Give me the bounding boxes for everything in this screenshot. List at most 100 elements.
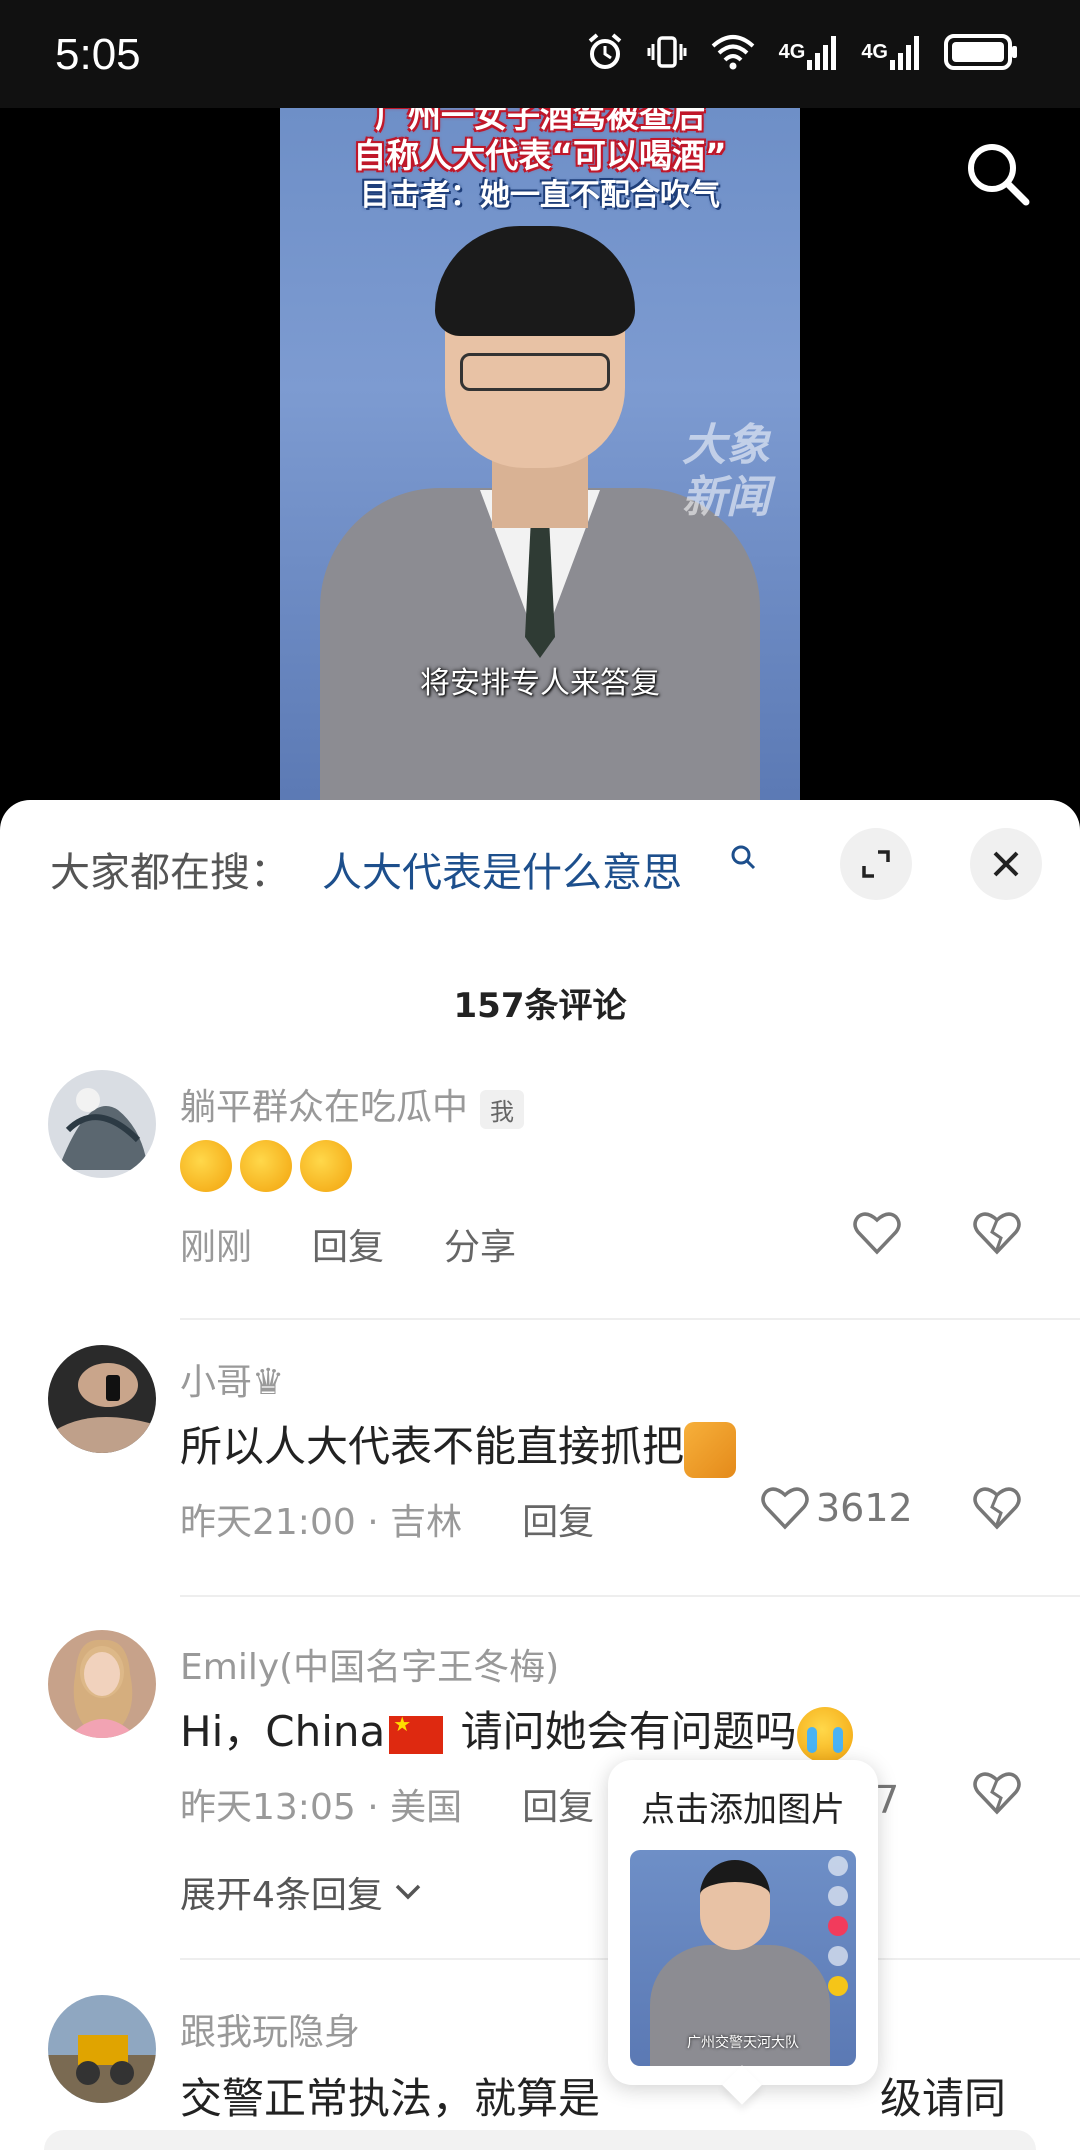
comment-input-bar[interactable] bbox=[44, 2130, 1036, 2150]
comment-username[interactable]: 躺平群众在吃瓜中我 bbox=[180, 1078, 525, 1130]
heart-icon bbox=[761, 1487, 809, 1530]
like-button[interactable]: 3612 bbox=[760, 1485, 913, 1531]
dislike-button[interactable] bbox=[972, 1210, 1022, 1260]
comment-time: 昨天21:00 · 吉林 bbox=[180, 1502, 463, 1543]
video-headline: 广州一女子酒驾被查后 自称人大代表“可以喝酒” 目击者：她一直不配合吹气 bbox=[280, 108, 800, 216]
close-button[interactable] bbox=[970, 828, 1042, 900]
comment-username[interactable]: 小哥♛ bbox=[180, 1353, 284, 1405]
like-count: 3612 bbox=[816, 1486, 913, 1530]
comment-meta: 刚刚 回复 分享 bbox=[180, 1218, 516, 1270]
crying-face-icon bbox=[796, 1706, 853, 1763]
thumbs-up-icon bbox=[300, 1139, 352, 1192]
thumb-action-icon bbox=[828, 1856, 848, 1876]
video-subtitle: 将安排专人来答复 bbox=[420, 666, 660, 701]
comment-meta: 昨天21:00 · 吉林 回复 bbox=[180, 1493, 594, 1545]
me-badge: 我 bbox=[480, 1089, 525, 1129]
thumbs-up-icon bbox=[180, 1139, 232, 1192]
like-count-partial: 7 bbox=[875, 1778, 899, 1822]
broken-heart-icon bbox=[973, 1212, 1021, 1255]
china-flag-icon bbox=[389, 1712, 444, 1754]
expand-button[interactable] bbox=[840, 828, 912, 900]
avatar[interactable] bbox=[48, 1070, 156, 1178]
comment-item: Emily(中国名字王冬梅) Hi，China 请问她会有问题吗 昨天13:05… bbox=[0, 1630, 1080, 1960]
like-button[interactable] bbox=[852, 1210, 902, 1256]
anchor-hair bbox=[435, 226, 635, 336]
expand-replies-label[interactable]: 展开4条回复 bbox=[180, 1866, 383, 1918]
divider bbox=[180, 1318, 1080, 1320]
comment-content: 所以人大代表不能直接抓把 bbox=[180, 1413, 737, 1478]
comment-username[interactable]: Emily(中国名字王冬梅) bbox=[180, 1638, 559, 1690]
comment-item: 躺平群众在吃瓜中我 刚刚 回复 分享 bbox=[0, 1070, 1080, 1330]
add-image-popup[interactable]: 点击添加图片 广州交警天河大队 bbox=[608, 1760, 878, 2105]
username-text[interactable]: 躺平群众在吃瓜中 bbox=[180, 1087, 468, 1128]
small-search-icon[interactable] bbox=[730, 844, 756, 870]
comment-sheet: 大家都在搜： 人大代表是什么意思 157条评论 躺平群众在吃瓜中我 刚刚 回复 分享 bbox=[0, 800, 1080, 2150]
thumb-action-icon bbox=[828, 1886, 848, 1906]
net-label: 4G bbox=[778, 40, 806, 63]
comment-text: 所以人大代表不能直接抓把 bbox=[180, 1422, 685, 1471]
heart-icon bbox=[853, 1212, 901, 1255]
net-label: 4G bbox=[861, 40, 888, 63]
trending-search-prefix: 大家都在搜： bbox=[50, 850, 290, 896]
search-icon[interactable] bbox=[962, 138, 1032, 208]
video-player[interactable]: 广州一女子酒驾被查后 自称人大代表“可以喝酒” 目击者：她一直不配合吹气 大象 … bbox=[0, 108, 1080, 808]
alarm-icon bbox=[585, 32, 625, 72]
comment-time: 刚刚 bbox=[180, 1227, 253, 1268]
thumb-anchor-head bbox=[700, 1860, 770, 1950]
like-count: 7 bbox=[875, 1778, 900, 1822]
expand-replies-button[interactable]: 展开4条回复 bbox=[180, 1866, 423, 1918]
comment-time: 昨天13:05 · 美国 bbox=[180, 1787, 463, 1828]
comment-content-right: 级请同 bbox=[880, 2074, 1007, 2123]
close-icon bbox=[993, 851, 1019, 877]
comment-text-post: 请问她会有问题吗 bbox=[447, 1707, 797, 1756]
comment-content-left: 交警正常执法，就算是 bbox=[180, 2074, 601, 2123]
thumb-side-actions bbox=[828, 1856, 850, 1996]
reply-button[interactable]: 回复 bbox=[522, 1787, 594, 1828]
comment-content: Hi，China 请问她会有问题吗 bbox=[180, 1698, 853, 1763]
dislike-button[interactable] bbox=[972, 1770, 1022, 1820]
news-watermark: 大象 新闻 bbox=[682, 420, 770, 523]
video-frame[interactable]: 广州一女子酒驾被查后 自称人大代表“可以喝酒” 目击者：她一直不配合吹气 大象 … bbox=[280, 108, 800, 808]
comment-item: 小哥♛ 所以人大代表不能直接抓把 昨天21:00 · 吉林 回复 3612 bbox=[0, 1345, 1080, 1605]
battery-icon bbox=[944, 32, 1020, 72]
avatar[interactable] bbox=[48, 1630, 156, 1738]
avatar[interactable] bbox=[48, 1995, 156, 2103]
headline-line-2: 自称人大代表“可以喝酒” bbox=[353, 136, 727, 175]
divider bbox=[180, 1595, 1080, 1597]
status-icons: 4G 4G bbox=[585, 32, 1020, 72]
status-time: 5:05 bbox=[55, 30, 141, 79]
trending-search-link[interactable]: 人大代表是什么意思 bbox=[322, 840, 682, 898]
vibrate-icon bbox=[647, 32, 687, 72]
reply-button[interactable]: 回复 bbox=[312, 1227, 384, 1268]
comment-content bbox=[180, 1138, 360, 1192]
add-image-title[interactable]: 点击添加图片 bbox=[608, 1782, 878, 1831]
headline-line-3: 目击者：她一直不配合吹气 bbox=[360, 178, 720, 213]
star-icon bbox=[828, 1976, 848, 1996]
comment-username[interactable]: 跟我玩隐身 bbox=[180, 2003, 360, 2055]
broken-heart-icon bbox=[973, 1487, 1021, 1530]
cat-wall-icon bbox=[684, 1421, 737, 1478]
heart-icon bbox=[828, 1916, 848, 1936]
comment-item: 跟我玩隐身 交警正常执法，就算是 级请同 bbox=[0, 1995, 1080, 2150]
share-button[interactable]: 分享 bbox=[444, 1227, 516, 1268]
avatar[interactable] bbox=[48, 1345, 156, 1453]
headline-line-1: 广州一女子酒驾被查后 bbox=[375, 108, 705, 135]
comment-count: 157条评论 bbox=[453, 986, 627, 1026]
thumb-caption: 广州交警天河大队 bbox=[687, 2035, 799, 2051]
comment-meta: 昨天13:05 · 美国 回复 bbox=[180, 1778, 594, 1830]
signal-4g-icon: 4G bbox=[779, 32, 840, 72]
trending-search-row: 大家都在搜： 人大代表是什么意思 bbox=[0, 800, 1080, 930]
video-thumbnail[interactable]: 广州交警天河大队 bbox=[630, 1850, 856, 2066]
comment-text-pre: Hi，China bbox=[180, 1707, 386, 1756]
chevron-down-icon bbox=[395, 1884, 421, 1900]
comment-icon bbox=[828, 1946, 848, 1966]
reply-button[interactable]: 回复 bbox=[522, 1502, 594, 1543]
status-bar: 5:05 4G 4G bbox=[0, 0, 1080, 108]
broken-heart-icon bbox=[973, 1772, 1021, 1815]
expand-icon bbox=[862, 850, 890, 878]
signal-4g-icon: 4G bbox=[861, 32, 922, 72]
dislike-button[interactable] bbox=[972, 1485, 1022, 1535]
wifi-icon bbox=[709, 32, 757, 72]
thumbs-up-icon bbox=[240, 1139, 292, 1192]
anchor-glasses bbox=[460, 353, 610, 391]
